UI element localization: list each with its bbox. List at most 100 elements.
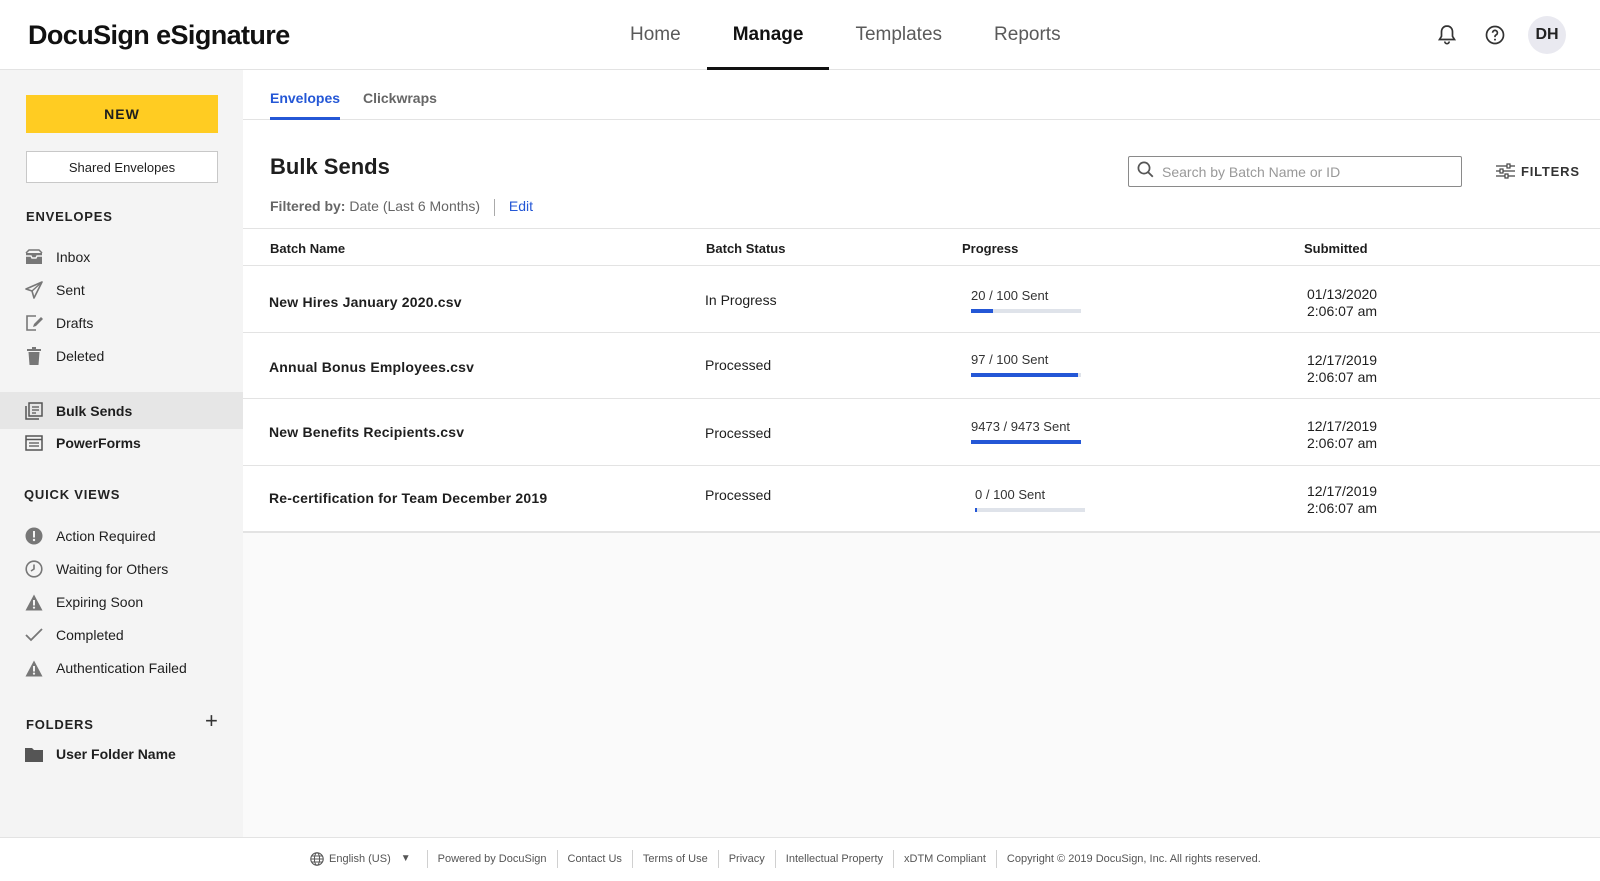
trash-icon xyxy=(24,346,44,366)
sidebar-item-label: Expiring Soon xyxy=(56,594,144,610)
quick-views-heading: QUICK VIEWS xyxy=(24,487,121,502)
sidebar-item-label: PowerForms xyxy=(56,435,141,451)
folder-icon xyxy=(24,744,44,764)
submitted-date: 12/17/2019 2:06:07 am xyxy=(1307,418,1377,452)
sidebar-item-label: Deleted xyxy=(56,348,105,364)
progress-text: 20 / 100 Sent xyxy=(971,288,1049,303)
progress-fill xyxy=(971,309,993,313)
search-box xyxy=(1128,156,1462,187)
footer-link-ip[interactable]: Intellectual Property xyxy=(774,850,893,868)
search-input[interactable] xyxy=(1162,163,1442,180)
header-actions: DH xyxy=(1432,16,1566,54)
warning-icon xyxy=(24,592,44,612)
progress-fill xyxy=(971,440,1081,444)
nav-reports[interactable]: Reports xyxy=(968,0,1087,70)
footer-link-contact[interactable]: Contact Us xyxy=(556,850,632,868)
sidebar-item-completed[interactable]: Completed xyxy=(0,618,243,652)
sidebar: NEW Shared Envelopes ENVELOPES Inbox Sen… xyxy=(0,70,243,837)
nav-manage[interactable]: Manage xyxy=(706,0,830,70)
sidebar-item-label: Inbox xyxy=(56,249,91,265)
footer-link-privacy[interactable]: Privacy xyxy=(717,850,775,868)
sidebar-item-label: Waiting for Others xyxy=(56,561,169,577)
copyright: Copyright © 2019 DocuSign, Inc. All righ… xyxy=(995,850,1271,868)
language-label: English (US) xyxy=(329,853,391,865)
table-row[interactable]: Re-certification for Team December 2019 … xyxy=(243,466,1600,532)
main-nav: Home Manage Templates Reports xyxy=(604,0,1087,70)
batch-status: In Progress xyxy=(705,292,777,308)
progress-text: 0 / 100 Sent xyxy=(975,487,1046,502)
check-icon xyxy=(24,625,44,645)
sidebar-item-expiring-soon[interactable]: Expiring Soon xyxy=(0,585,243,619)
bulk-send-icon xyxy=(24,401,44,421)
page-title: Bulk Sends xyxy=(270,154,390,179)
column-header-batch-status[interactable]: Batch Status xyxy=(706,241,785,256)
submitted-time: 2:06:07 am xyxy=(1307,303,1378,319)
sidebar-item-deleted[interactable]: Deleted xyxy=(0,339,243,373)
batch-name[interactable]: Re-certification for Team December 2019 xyxy=(269,490,547,506)
sidebar-item-inbox[interactable]: Inbox xyxy=(0,240,243,274)
submitted-time: 2:06:07 am xyxy=(1307,500,1378,516)
inbox-icon xyxy=(24,247,44,267)
sidebar-item-waiting-for-others[interactable]: Waiting for Others xyxy=(0,552,243,586)
table-row[interactable]: New Benefits Recipients.csv Processed 94… xyxy=(243,400,1600,466)
new-button[interactable]: NEW xyxy=(26,95,218,133)
batch-name[interactable]: New Benefits Recipients.csv xyxy=(269,424,464,440)
progress-text: 97 / 100 Sent xyxy=(971,352,1049,367)
submitted-date: 01/13/2020 2:06:07 am xyxy=(1307,286,1377,320)
add-folder-icon[interactable]: + xyxy=(205,710,218,732)
nav-templates[interactable]: Templates xyxy=(829,0,968,70)
submitted-day: 01/13/2020 xyxy=(1307,286,1378,302)
filters-label: FILTERS xyxy=(1521,163,1580,179)
top-bar: DocuSign eSignature Home Manage Template… xyxy=(0,0,1600,70)
footer-links: English (US) ▼ Powered by DocuSign Conta… xyxy=(310,850,1271,868)
edit-filter-link[interactable]: Edit xyxy=(509,198,533,214)
tab-clickwraps[interactable]: Clickwraps xyxy=(363,90,437,120)
filter-value: Date (Last 6 Months) xyxy=(349,198,481,214)
table-row[interactable]: Annual Bonus Employees.csv Processed 97 … xyxy=(243,333,1600,399)
sliders-icon xyxy=(1496,163,1515,179)
submitted-date: 12/17/2019 2:06:07 am xyxy=(1307,352,1377,386)
sidebar-item-authentication-failed[interactable]: Authentication Failed xyxy=(0,651,243,685)
batch-name[interactable]: Annual Bonus Employees.csv xyxy=(269,359,474,375)
alert-circle-icon xyxy=(24,526,44,546)
sidebar-item-bulk-sends[interactable]: Bulk Sends xyxy=(0,392,243,429)
submitted-day: 12/17/2019 xyxy=(1307,352,1378,368)
progress-text: 9473 / 9473 Sent xyxy=(971,419,1071,434)
footer: English (US) ▼ Powered by DocuSign Conta… xyxy=(0,837,1600,881)
tab-envelopes[interactable]: Envelopes xyxy=(270,90,341,120)
column-header-progress[interactable]: Progress xyxy=(962,241,1018,256)
help-icon[interactable] xyxy=(1480,16,1510,54)
shared-envelopes-button[interactable]: Shared Envelopes xyxy=(26,151,218,183)
nav-home[interactable]: Home xyxy=(604,0,707,70)
logo[interactable]: DocuSign eSignature xyxy=(28,20,290,51)
sidebar-item-drafts[interactable]: Drafts xyxy=(0,306,243,340)
sidebar-item-action-required[interactable]: Action Required xyxy=(0,519,243,553)
footer-link-xdtm[interactable]: xDTM Compliant xyxy=(893,850,996,868)
filters-button[interactable]: FILTERS xyxy=(1496,163,1580,179)
progress-bar xyxy=(975,508,1085,512)
language-selector[interactable]: English (US) ▼ xyxy=(310,850,427,868)
filter-summary: Filtered by: Date (Last 6 Months) Edit xyxy=(270,198,533,216)
sidebar-item-label: Authentication Failed xyxy=(56,660,187,676)
table-row[interactable]: New Hires January 2020.csv In Progress 2… xyxy=(243,267,1600,333)
footer-link-terms[interactable]: Terms of Use xyxy=(631,850,718,868)
clock-icon xyxy=(24,559,44,579)
batch-name[interactable]: New Hires January 2020.csv xyxy=(269,294,462,310)
submitted-time: 2:06:07 am xyxy=(1307,435,1378,451)
sidebar-item-folder[interactable]: User Folder Name xyxy=(0,737,243,771)
sub-tabs: Envelopes Clickwraps xyxy=(243,70,1600,120)
avatar[interactable]: DH xyxy=(1528,16,1566,54)
column-header-batch-name[interactable]: Batch Name xyxy=(270,241,345,256)
batch-status: Processed xyxy=(705,425,772,441)
footer-link-powered-by[interactable]: Powered by DocuSign xyxy=(426,850,557,868)
sidebar-item-sent[interactable]: Sent xyxy=(0,273,243,307)
column-header-submitted[interactable]: Submitted xyxy=(1304,241,1368,256)
sidebar-item-powerforms[interactable]: PowerForms xyxy=(0,426,243,460)
sidebar-item-label: User Folder Name xyxy=(56,746,176,762)
submitted-date: 12/17/2019 2:06:07 am xyxy=(1307,483,1377,517)
bell-icon[interactable] xyxy=(1432,16,1462,54)
sidebar-item-label: Sent xyxy=(56,282,85,298)
progress-bar xyxy=(971,440,1081,444)
batch-status: Processed xyxy=(705,487,772,503)
main-content: Envelopes Clickwraps Bulk Sends Filtered… xyxy=(243,70,1600,837)
